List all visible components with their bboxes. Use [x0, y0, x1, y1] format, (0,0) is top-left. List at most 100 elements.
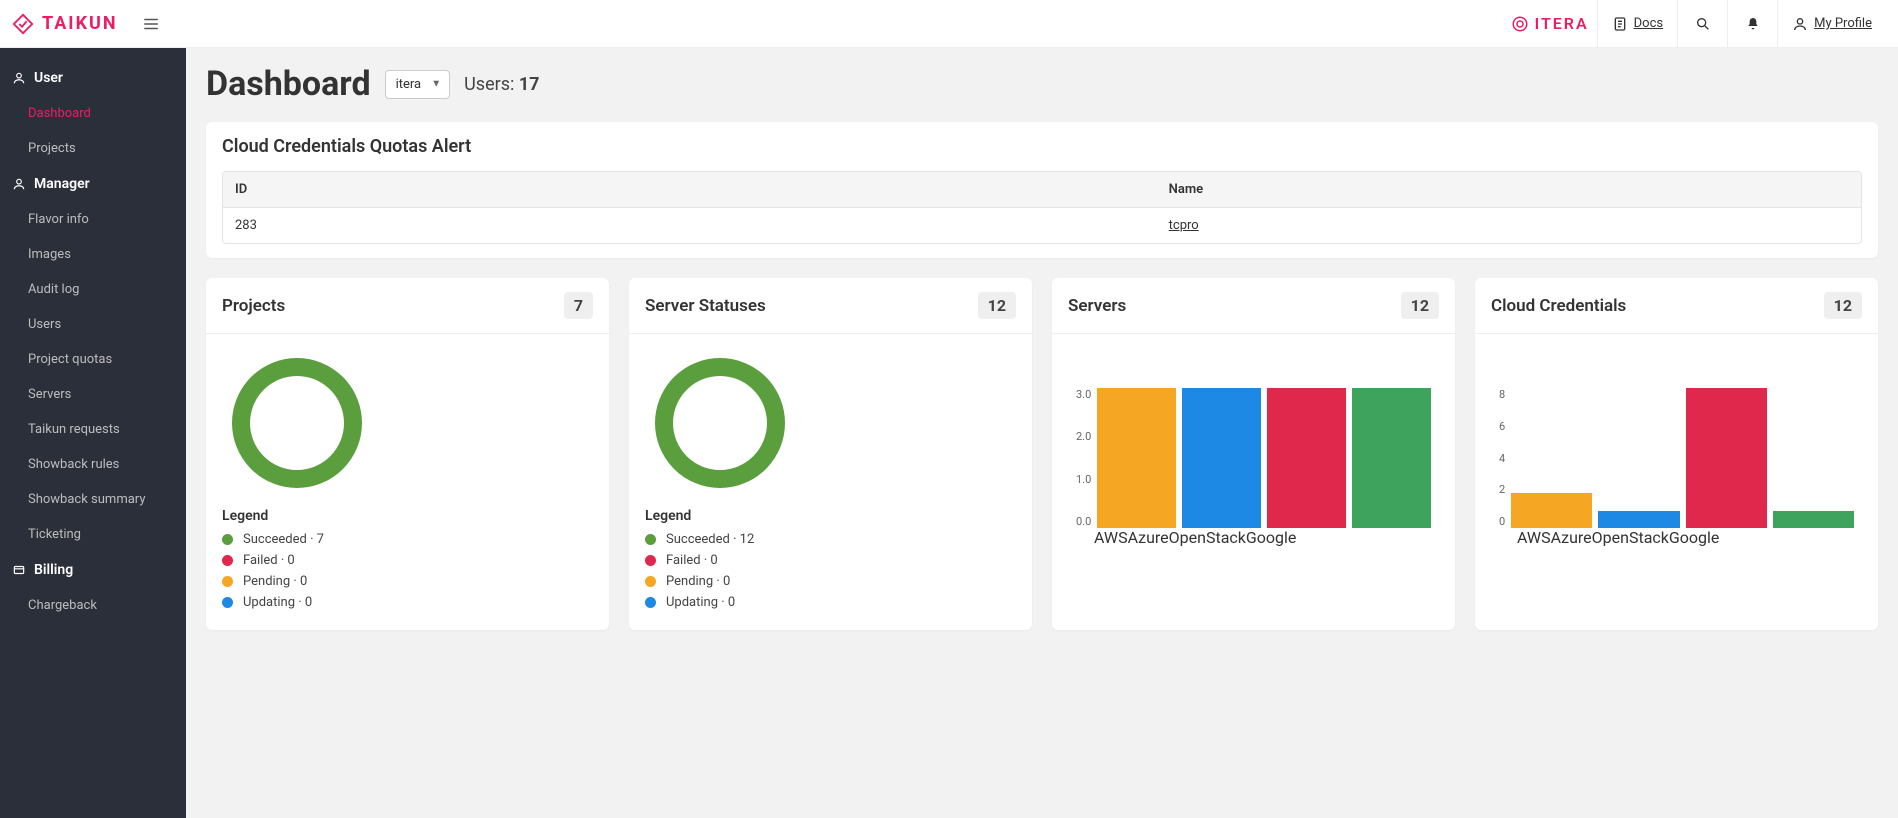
server-statuses-count: 12 — [978, 292, 1016, 319]
cloud-creds-count: 12 — [1824, 292, 1862, 319]
th-id: ID — [223, 172, 1157, 207]
projects-title: Projects — [222, 296, 285, 316]
sidebar-item-users[interactable]: Users — [0, 307, 186, 342]
dot-icon — [645, 534, 656, 545]
notifications-button[interactable] — [1727, 0, 1777, 48]
legend-updating: Updating · 0 — [222, 595, 593, 610]
brand-logo[interactable]: TAIKUN — [12, 13, 118, 35]
bar-azure — [1182, 388, 1261, 528]
org-select[interactable]: itera ▼ — [385, 70, 451, 99]
server-statuses-donut — [655, 358, 785, 488]
table-row: 283 tcpro — [223, 207, 1861, 243]
sidebar-section-billing: Billing — [0, 552, 186, 588]
quotas-alert-card: Cloud Credentials Quotas Alert ID Name 2… — [206, 122, 1878, 258]
td-id: 283 — [223, 208, 1157, 243]
dot-icon — [222, 597, 233, 608]
sidebar-item-showback-summary[interactable]: Showback summary — [0, 482, 186, 517]
cred-name-link[interactable]: tcpro — [1169, 218, 1199, 233]
sidebar-item-audit-log[interactable]: Audit log — [0, 272, 186, 307]
brand-text: TAIKUN — [42, 13, 118, 34]
bar-aws — [1097, 388, 1176, 528]
page-title: Dashboard — [206, 64, 371, 104]
cloud-creds-chart: 8 6 4 2 0 — [1491, 348, 1862, 528]
table-header: ID Name — [223, 172, 1861, 207]
bell-icon — [1745, 16, 1761, 32]
bar-google — [1773, 511, 1854, 529]
quotas-table: ID Name 283 tcpro — [222, 171, 1862, 244]
sidebar-item-flavor-info[interactable]: Flavor info — [0, 202, 186, 237]
server-statuses-title: Server Statuses — [645, 296, 766, 316]
sidebar-item-project-quotas[interactable]: Project quotas — [0, 342, 186, 377]
servers-chart: 3.0 2.0 1.0 0.0 — [1068, 348, 1439, 528]
legend-failed: Failed · 0 — [645, 553, 1016, 568]
legend-pending: Pending · 0 — [222, 574, 593, 589]
bar-aws — [1511, 493, 1592, 528]
org-label: ITERA — [1535, 14, 1589, 33]
sidebar-item-images[interactable]: Images — [0, 237, 186, 272]
sidebar-item-projects[interactable]: Projects — [0, 131, 186, 166]
bar-openstack — [1267, 388, 1346, 528]
servers-count: 12 — [1401, 292, 1439, 319]
brand-icon — [12, 13, 34, 35]
bar-azure — [1598, 511, 1679, 529]
menu-toggle-icon[interactable] — [142, 15, 160, 33]
projects-donut — [232, 358, 362, 488]
dot-icon — [222, 534, 233, 545]
docs-label: Docs — [1634, 16, 1663, 31]
servers-xaxis: AWS Azure OpenStack Google — [1094, 528, 1439, 547]
legend-updating: Updating · 0 — [645, 595, 1016, 610]
sidebar-section-manager: Manager — [0, 166, 186, 202]
cloud-creds-title: Cloud Credentials — [1491, 296, 1626, 316]
search-button[interactable] — [1677, 0, 1727, 48]
sidebar-item-taikun-requests[interactable]: Taikun requests — [0, 412, 186, 447]
servers-yaxis: 3.0 2.0 1.0 0.0 — [1076, 388, 1091, 528]
legend-title: Legend — [222, 508, 593, 524]
projects-count: 7 — [564, 292, 593, 319]
docs-icon — [1612, 16, 1628, 32]
user-icon — [1792, 16, 1808, 32]
org-selected-value: itera — [396, 77, 422, 92]
docs-link[interactable]: Docs — [1597, 0, 1677, 48]
search-icon — [1695, 16, 1711, 32]
dot-icon — [645, 597, 656, 608]
manager-icon — [12, 177, 26, 191]
creds-yaxis: 8 6 4 2 0 — [1499, 388, 1505, 528]
profile-label: My Profile — [1814, 16, 1872, 31]
profile-link[interactable]: My Profile — [1777, 0, 1886, 48]
th-name: Name — [1157, 172, 1861, 207]
billing-icon — [12, 563, 26, 577]
org-icon — [1511, 15, 1529, 33]
dot-icon — [222, 555, 233, 566]
sidebar-item-chargeback[interactable]: Chargeback — [0, 588, 186, 623]
chevron-down-icon: ▼ — [431, 79, 441, 90]
main-content: Dashboard itera ▼ Users: 17 Cloud Creden… — [186, 48, 1898, 818]
sidebar-item-ticketing[interactable]: Ticketing — [0, 517, 186, 552]
legend-succeeded: Succeeded · 7 — [222, 532, 593, 547]
dot-icon — [645, 576, 656, 587]
legend-pending: Pending · 0 — [645, 574, 1016, 589]
legend-succeeded: Succeeded · 12 — [645, 532, 1016, 547]
servers-title: Servers — [1068, 296, 1126, 316]
sidebar-section-user: User — [0, 60, 186, 96]
dot-icon — [645, 555, 656, 566]
dot-icon — [222, 576, 233, 587]
user-icon — [12, 71, 26, 85]
org-badge: ITERA — [1511, 14, 1589, 33]
projects-panel: Projects 7 Legend Succeeded · 7 Failed ·… — [206, 278, 609, 630]
page-header: Dashboard itera ▼ Users: 17 — [206, 64, 1878, 104]
server-statuses-panel: Server Statuses 12 Legend Succeeded · 12… — [629, 278, 1032, 630]
bar-openstack — [1686, 388, 1767, 528]
sidebar-item-showback-rules[interactable]: Showback rules — [0, 447, 186, 482]
users-count: Users: 17 — [464, 74, 539, 95]
topbar: TAIKUN ITERA Docs My Profile — [0, 0, 1898, 48]
servers-panel: Servers 12 3.0 2.0 1.0 0.0 AWS — [1052, 278, 1455, 630]
bar-google — [1352, 388, 1431, 528]
sidebar-item-dashboard[interactable]: Dashboard — [0, 96, 186, 131]
sidebar: User Dashboard Projects Manager Flavor i… — [0, 48, 186, 818]
td-name: tcpro — [1157, 208, 1861, 243]
legend-failed: Failed · 0 — [222, 553, 593, 568]
creds-xaxis: AWS Azure OpenStack Google — [1517, 528, 1862, 547]
cloud-credentials-panel: Cloud Credentials 12 8 6 4 2 0 — [1475, 278, 1878, 630]
quotas-alert-title: Cloud Credentials Quotas Alert — [222, 136, 1862, 157]
sidebar-item-servers[interactable]: Servers — [0, 377, 186, 412]
